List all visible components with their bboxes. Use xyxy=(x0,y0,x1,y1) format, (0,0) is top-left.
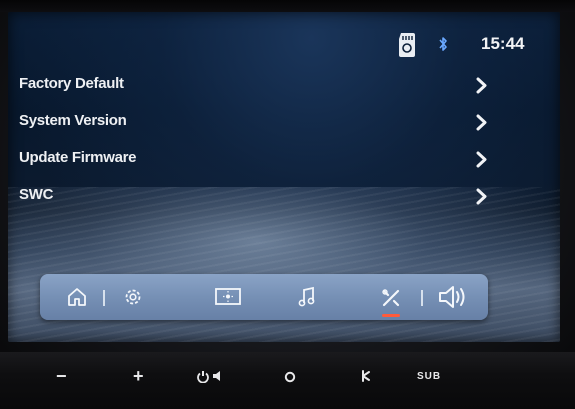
sd-card-icon xyxy=(399,33,415,57)
dock-settings-button[interactable] xyxy=(118,274,148,320)
dock-home-button[interactable] xyxy=(62,274,92,320)
menu-item-system-version[interactable]: System Version xyxy=(8,108,560,138)
chevron-right-icon xyxy=(476,188,487,205)
bottom-dock xyxy=(40,274,488,320)
volume-down-button[interactable]: − xyxy=(56,366,67,387)
home-icon xyxy=(68,288,86,306)
menu-item-swc[interactable]: SWC xyxy=(8,182,560,212)
volume-icon xyxy=(439,286,465,308)
dock-separator xyxy=(421,290,423,306)
dock-tools-button[interactable] xyxy=(376,274,406,320)
menu-item-label: Factory Default xyxy=(19,75,124,92)
clock-time: 15:44 xyxy=(481,34,525,53)
device-photo: 15:44 Factory Default System Version Upd… xyxy=(0,0,575,409)
dock-display-button[interactable] xyxy=(208,274,248,320)
menu-item-label: System Version xyxy=(19,112,127,129)
dock-separator xyxy=(103,290,105,306)
tools-icon xyxy=(382,289,400,307)
chevron-right-icon xyxy=(476,77,487,94)
bezel-top xyxy=(0,0,575,12)
settings-icon xyxy=(125,289,141,305)
music-icon xyxy=(298,286,315,307)
sub-button[interactable]: SUB xyxy=(417,371,441,382)
menu-item-factory-default[interactable]: Factory Default xyxy=(8,71,560,101)
display-icon xyxy=(215,288,241,305)
dock-volume-button[interactable] xyxy=(435,274,471,320)
mic-button[interactable] xyxy=(360,369,372,388)
status-bar: 15:44 xyxy=(8,32,560,62)
home-circle-button[interactable] xyxy=(284,370,296,388)
circle-icon xyxy=(284,371,296,383)
active-indicator xyxy=(382,314,400,317)
chevron-right-icon xyxy=(476,151,487,168)
volume-up-button[interactable]: + xyxy=(133,366,144,387)
power-mute-button[interactable] xyxy=(197,369,227,388)
menu-item-update-firmware[interactable]: Update Firmware xyxy=(8,145,560,175)
bluetooth-icon xyxy=(439,37,447,51)
menu-item-label: Update Firmware xyxy=(19,149,137,166)
power-mute-icon xyxy=(197,371,220,384)
head-unit-screen: 15:44 Factory Default System Version Upd… xyxy=(8,12,560,342)
mic-icon xyxy=(362,370,370,382)
hardware-button-panel: − + SUB xyxy=(0,352,575,409)
dock-music-button[interactable] xyxy=(292,274,322,320)
menu-item-label: SWC xyxy=(19,186,54,203)
chevron-right-icon xyxy=(476,114,487,131)
